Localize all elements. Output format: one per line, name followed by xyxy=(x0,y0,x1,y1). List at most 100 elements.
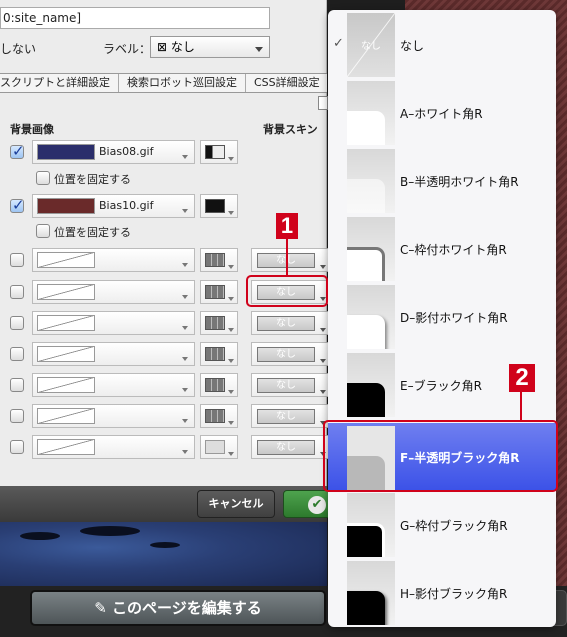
edit-page-button[interactable]: ✎ このページを編集する xyxy=(30,590,326,626)
callout-1: 1 xyxy=(276,213,298,239)
image-select[interactable]: Bias10.gif xyxy=(32,194,195,218)
skin-thumbnail xyxy=(347,285,395,349)
tab-css[interactable]: CSS詳細設定 xyxy=(246,74,329,92)
skin-select-value: なし xyxy=(257,378,315,393)
position-grid-button[interactable] xyxy=(200,248,238,272)
image-select[interactable] xyxy=(32,280,195,304)
skin-thumbnail xyxy=(347,493,395,557)
image-select[interactable] xyxy=(32,311,195,335)
cancel-button[interactable]: キャンセル xyxy=(197,490,275,518)
skin-select[interactable]: なし xyxy=(251,311,329,335)
empty-image-icon xyxy=(37,252,95,268)
row-checkbox[interactable] xyxy=(10,316,24,330)
position-grid-button[interactable] xyxy=(200,140,238,164)
grid-icon xyxy=(205,145,225,159)
label-select[interactable]: ⊠ なし xyxy=(150,36,270,58)
chevron-down-icon xyxy=(182,155,188,159)
fix-position-label: 位置を固定する xyxy=(54,226,131,239)
chevron-down-icon xyxy=(228,452,234,456)
callout-2: 2 xyxy=(509,364,535,392)
menu-item-d[interactable]: D–影付ホワイト角R xyxy=(328,285,556,352)
menu-item-h[interactable]: H–影付ブラック角R xyxy=(328,561,556,627)
position-grid-button[interactable] xyxy=(200,404,238,428)
skin-select-value: なし xyxy=(257,440,315,455)
menu-item-b[interactable]: B–半透明ホワイト角R xyxy=(328,149,556,216)
tab-robots[interactable]: 検索ロボット巡回設定 xyxy=(119,74,246,92)
callout-1-line xyxy=(286,239,288,275)
tab-bar: スクリプトと詳細設定 検索ロボット巡回設定 CSS詳細設定 xyxy=(0,73,329,93)
fix-position-label: 位置を固定する xyxy=(54,173,131,186)
chevron-down-icon xyxy=(182,450,188,454)
image-swatch xyxy=(37,198,95,214)
position-grid-button[interactable] xyxy=(200,373,238,397)
image-name: Bias08.gif xyxy=(99,145,154,158)
help-icon[interactable] xyxy=(318,96,328,110)
chevron-down-icon xyxy=(228,211,234,215)
chevron-down-icon xyxy=(182,295,188,299)
position-grid-button[interactable] xyxy=(200,194,238,218)
label-caption: ラベル： xyxy=(103,42,152,56)
skin-select[interactable]: なし xyxy=(251,404,329,428)
fix-position-checkbox[interactable] xyxy=(36,224,50,238)
chevron-down-icon xyxy=(228,265,234,269)
skin-select[interactable]: なし xyxy=(251,342,329,366)
grid-icon xyxy=(205,316,225,330)
row-checkbox[interactable] xyxy=(10,378,24,392)
image-select[interactable]: Bias08.gif xyxy=(32,140,195,164)
menu-item-a[interactable]: A–ホワイト角R xyxy=(328,81,556,148)
row-checkbox[interactable] xyxy=(10,440,24,454)
option-text: しない xyxy=(0,42,37,56)
skin-select-value: なし xyxy=(257,347,315,362)
position-grid-button[interactable] xyxy=(200,342,238,366)
skin-select[interactable]: なし xyxy=(251,248,329,272)
title-input[interactable]: 0:site_name] xyxy=(0,7,270,29)
row-checkbox[interactable] xyxy=(10,285,24,299)
empty-image-icon xyxy=(37,315,95,331)
skin-thumbnail xyxy=(347,353,395,417)
row-checkbox[interactable] xyxy=(10,409,24,423)
skin-select[interactable]: なし xyxy=(251,435,329,459)
menu-item-label: H–影付ブラック角R xyxy=(400,587,508,601)
chevron-down-icon xyxy=(182,326,188,330)
grid-icon xyxy=(205,347,225,361)
menu-item-none[interactable]: ✓ なし なし xyxy=(328,13,556,80)
skin-select[interactable]: なし xyxy=(251,373,329,397)
menu-item-g[interactable]: G–枠付ブラック角R xyxy=(328,493,556,560)
image-select[interactable] xyxy=(32,248,195,272)
image-select[interactable] xyxy=(32,404,195,428)
row-checkbox[interactable] xyxy=(10,142,25,160)
position-grid-button[interactable] xyxy=(200,280,238,304)
row-checkbox[interactable] xyxy=(10,347,24,361)
highlight-menu-item xyxy=(323,420,558,492)
image-select[interactable] xyxy=(32,342,195,366)
image-select[interactable] xyxy=(32,435,195,459)
chevron-down-icon xyxy=(320,390,326,394)
fix-position-checkbox[interactable] xyxy=(36,171,50,185)
position-grid-button[interactable] xyxy=(200,311,238,335)
chevron-down-icon xyxy=(182,388,188,392)
check-circle-icon: ✔ xyxy=(308,496,326,514)
ok-button[interactable]: ✔ xyxy=(283,490,333,518)
skin-thumbnail xyxy=(347,217,395,281)
chevron-down-icon xyxy=(182,357,188,361)
menu-item-c[interactable]: C–枠付ホワイト角R xyxy=(328,217,556,284)
chevron-down-icon xyxy=(228,359,234,363)
checkmark-icon: ✓ xyxy=(333,36,344,51)
skin-thumbnail: なし xyxy=(347,13,395,77)
menu-item-label: G–枠付ブラック角R xyxy=(400,519,508,533)
position-grid-button[interactable] xyxy=(200,435,238,459)
skin-thumbnail xyxy=(347,81,395,145)
background-photo xyxy=(0,522,327,586)
menu-item-label: D–影付ホワイト角R xyxy=(400,311,508,325)
image-select[interactable] xyxy=(32,373,195,397)
row-checkbox[interactable] xyxy=(10,196,25,214)
skin-select-value: なし xyxy=(257,316,315,331)
image-swatch xyxy=(37,144,95,160)
row-checkbox[interactable] xyxy=(10,253,24,267)
skin-thumbnail xyxy=(347,561,395,625)
chevron-down-icon xyxy=(228,328,234,332)
tab-script[interactable]: スクリプトと詳細設定 xyxy=(0,74,119,92)
empty-image-icon xyxy=(37,408,95,424)
chevron-down-icon xyxy=(182,263,188,267)
dialog-footer xyxy=(0,486,327,522)
